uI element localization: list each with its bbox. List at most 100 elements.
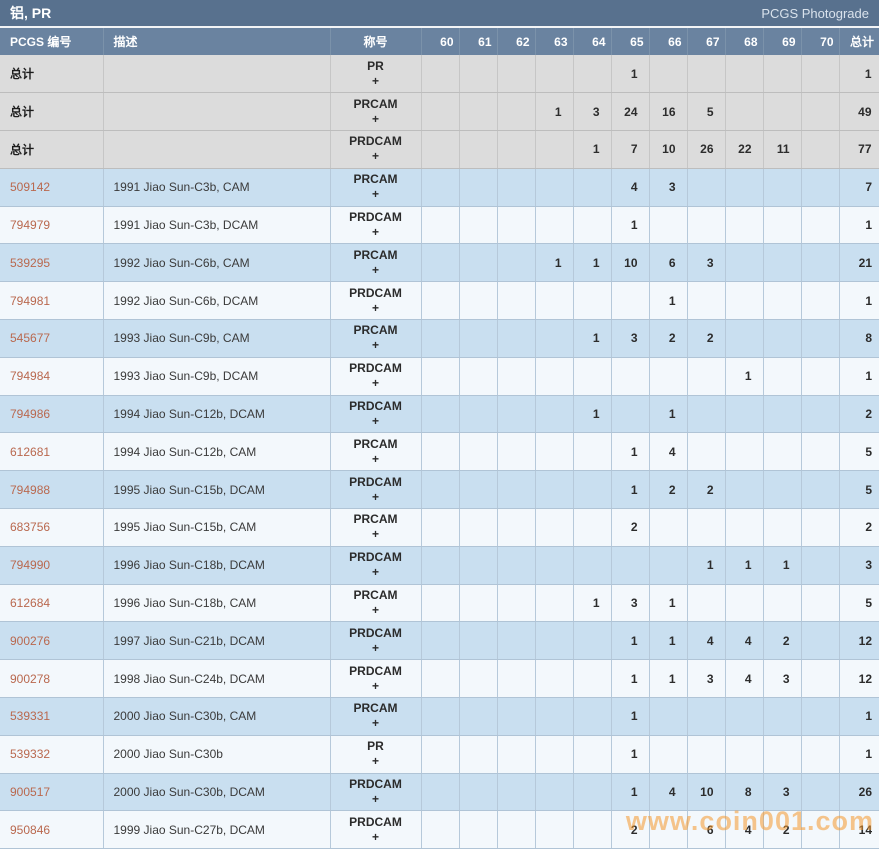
grade-count-cell (497, 546, 535, 584)
grade-count-cell (421, 471, 459, 509)
column-header: PCGS 编号 (0, 28, 103, 55)
grade-count-cell (687, 55, 725, 93)
coin-description: 1997 Jiao Sun-C21b, DCAM (103, 622, 330, 660)
grade-count-cell (421, 584, 459, 622)
grade-count-cell (573, 622, 611, 660)
grade-count-cell (763, 698, 801, 736)
grade-count-cell (763, 735, 801, 773)
pcgs-number-link[interactable]: 794990 (10, 558, 50, 572)
grade-count-cell: 2 (649, 320, 687, 358)
grade-count-cell (687, 698, 725, 736)
grade-count-cell (421, 93, 459, 131)
designation-name: PRDCAM (331, 475, 421, 490)
grade-count-cell (535, 206, 573, 244)
designation-cell: PRDCAM+ (330, 546, 421, 584)
grade-count-cell (497, 282, 535, 320)
designation-cell: PRDCAM+ (330, 660, 421, 698)
grade-count-cell (497, 206, 535, 244)
pcgs-number-link[interactable]: 539332 (10, 747, 50, 761)
row-total: 1 (839, 735, 879, 773)
grade-count-cell (459, 622, 497, 660)
row-total: 1 (839, 357, 879, 395)
grade-count-cell (421, 55, 459, 93)
grade-count-cell (459, 584, 497, 622)
pcgs-number-link[interactable]: 794986 (10, 407, 50, 421)
pcgs-number-link[interactable]: 539295 (10, 256, 50, 270)
grade-count-cell (421, 131, 459, 169)
pcgs-number-link[interactable]: 539331 (10, 709, 50, 723)
table-row: 总计PRCAM+132416549 (0, 93, 879, 131)
grade-count-cell: 6 (687, 811, 725, 849)
grade-count-cell: 1 (649, 622, 687, 660)
column-header: 61 (459, 28, 497, 55)
table-row: 7949881995 Jiao Sun-C15b, DCAMPRDCAM+122… (0, 471, 879, 509)
grade-count-cell (763, 471, 801, 509)
designation-plus: + (331, 754, 421, 769)
grade-count-cell: 1 (573, 131, 611, 169)
grade-count-cell: 1 (535, 93, 573, 131)
pcgs-number-link[interactable]: 900276 (10, 634, 50, 648)
grade-count-cell: 4 (725, 660, 763, 698)
row-total: 2 (839, 509, 879, 547)
pcgs-number-cell: 794988 (0, 471, 103, 509)
pcgs-number-link[interactable]: 545677 (10, 331, 50, 345)
pcgs-number-link[interactable]: 900517 (10, 785, 50, 799)
grade-count-cell (573, 698, 611, 736)
pcgs-number-link[interactable]: 794984 (10, 369, 50, 383)
coin-description: 2000 Jiao Sun-C30b (103, 735, 330, 773)
grade-count-cell (459, 131, 497, 169)
table-row: 5393312000 Jiao Sun-C30b, CAMPRCAM+11 (0, 698, 879, 736)
pcgs-number-cell: 539332 (0, 735, 103, 773)
designation-cell: PRDCAM+ (330, 622, 421, 660)
grade-count-cell (801, 811, 839, 849)
pcgs-number-link[interactable]: 509142 (10, 180, 50, 194)
total-label: 总计 (10, 67, 34, 81)
grade-count-cell (801, 131, 839, 169)
pcgs-number-link[interactable]: 612681 (10, 445, 50, 459)
grade-count-cell: 24 (611, 93, 649, 131)
grade-count-cell (649, 206, 687, 244)
grade-count-cell (725, 206, 763, 244)
grade-count-cell (497, 395, 535, 433)
row-total: 3 (839, 546, 879, 584)
grade-count-cell (459, 660, 497, 698)
designation-cell: PRCAM+ (330, 244, 421, 282)
pcgs-number-cell: 794990 (0, 546, 103, 584)
designation-cell: PRDCAM+ (330, 811, 421, 849)
designation-name: PRDCAM (331, 626, 421, 641)
column-header: 70 (801, 28, 839, 55)
pcgs-number-link[interactable]: 683756 (10, 520, 50, 534)
pcgs-number-link[interactable]: 950846 (10, 823, 50, 837)
table-row: 6126811994 Jiao Sun-C12b, CAMPRCAM+145 (0, 433, 879, 471)
grade-count-cell (725, 735, 763, 773)
grade-count-cell (801, 244, 839, 282)
grade-count-cell: 1 (725, 546, 763, 584)
grade-count-cell: 2 (687, 471, 725, 509)
population-table: PCGS 编号描述称号6061626364656667686970总计 总计PR… (0, 28, 879, 849)
column-header: 63 (535, 28, 573, 55)
pcgs-number-link[interactable]: 900278 (10, 672, 50, 686)
grade-count-cell (763, 244, 801, 282)
grade-count-cell: 3 (763, 660, 801, 698)
designation-cell: PRCAM+ (330, 320, 421, 358)
pcgs-number-link[interactable]: 794981 (10, 294, 50, 308)
designation-cell: PRCAM+ (330, 584, 421, 622)
table-body: 总计PR+11总计PRCAM+132416549总计PRDCAM+1710262… (0, 55, 879, 849)
pcgs-number-link[interactable]: 612684 (10, 596, 50, 610)
pcgs-number-link[interactable]: 794979 (10, 218, 50, 232)
grade-count-cell (763, 357, 801, 395)
designation-name: PRCAM (331, 248, 421, 263)
grade-count-cell (763, 206, 801, 244)
grade-count-cell (459, 509, 497, 547)
designation-plus: + (331, 490, 421, 505)
row-total: 7 (839, 168, 879, 206)
photograde-label: PCGS Photograde (761, 6, 869, 21)
grade-count-cell (535, 735, 573, 773)
designation-cell: PR+ (330, 735, 421, 773)
grade-count-cell: 1 (573, 244, 611, 282)
grade-count-cell (497, 131, 535, 169)
grade-count-cell (497, 168, 535, 206)
grade-count-cell: 3 (687, 244, 725, 282)
column-header: 60 (421, 28, 459, 55)
pcgs-number-link[interactable]: 794988 (10, 483, 50, 497)
